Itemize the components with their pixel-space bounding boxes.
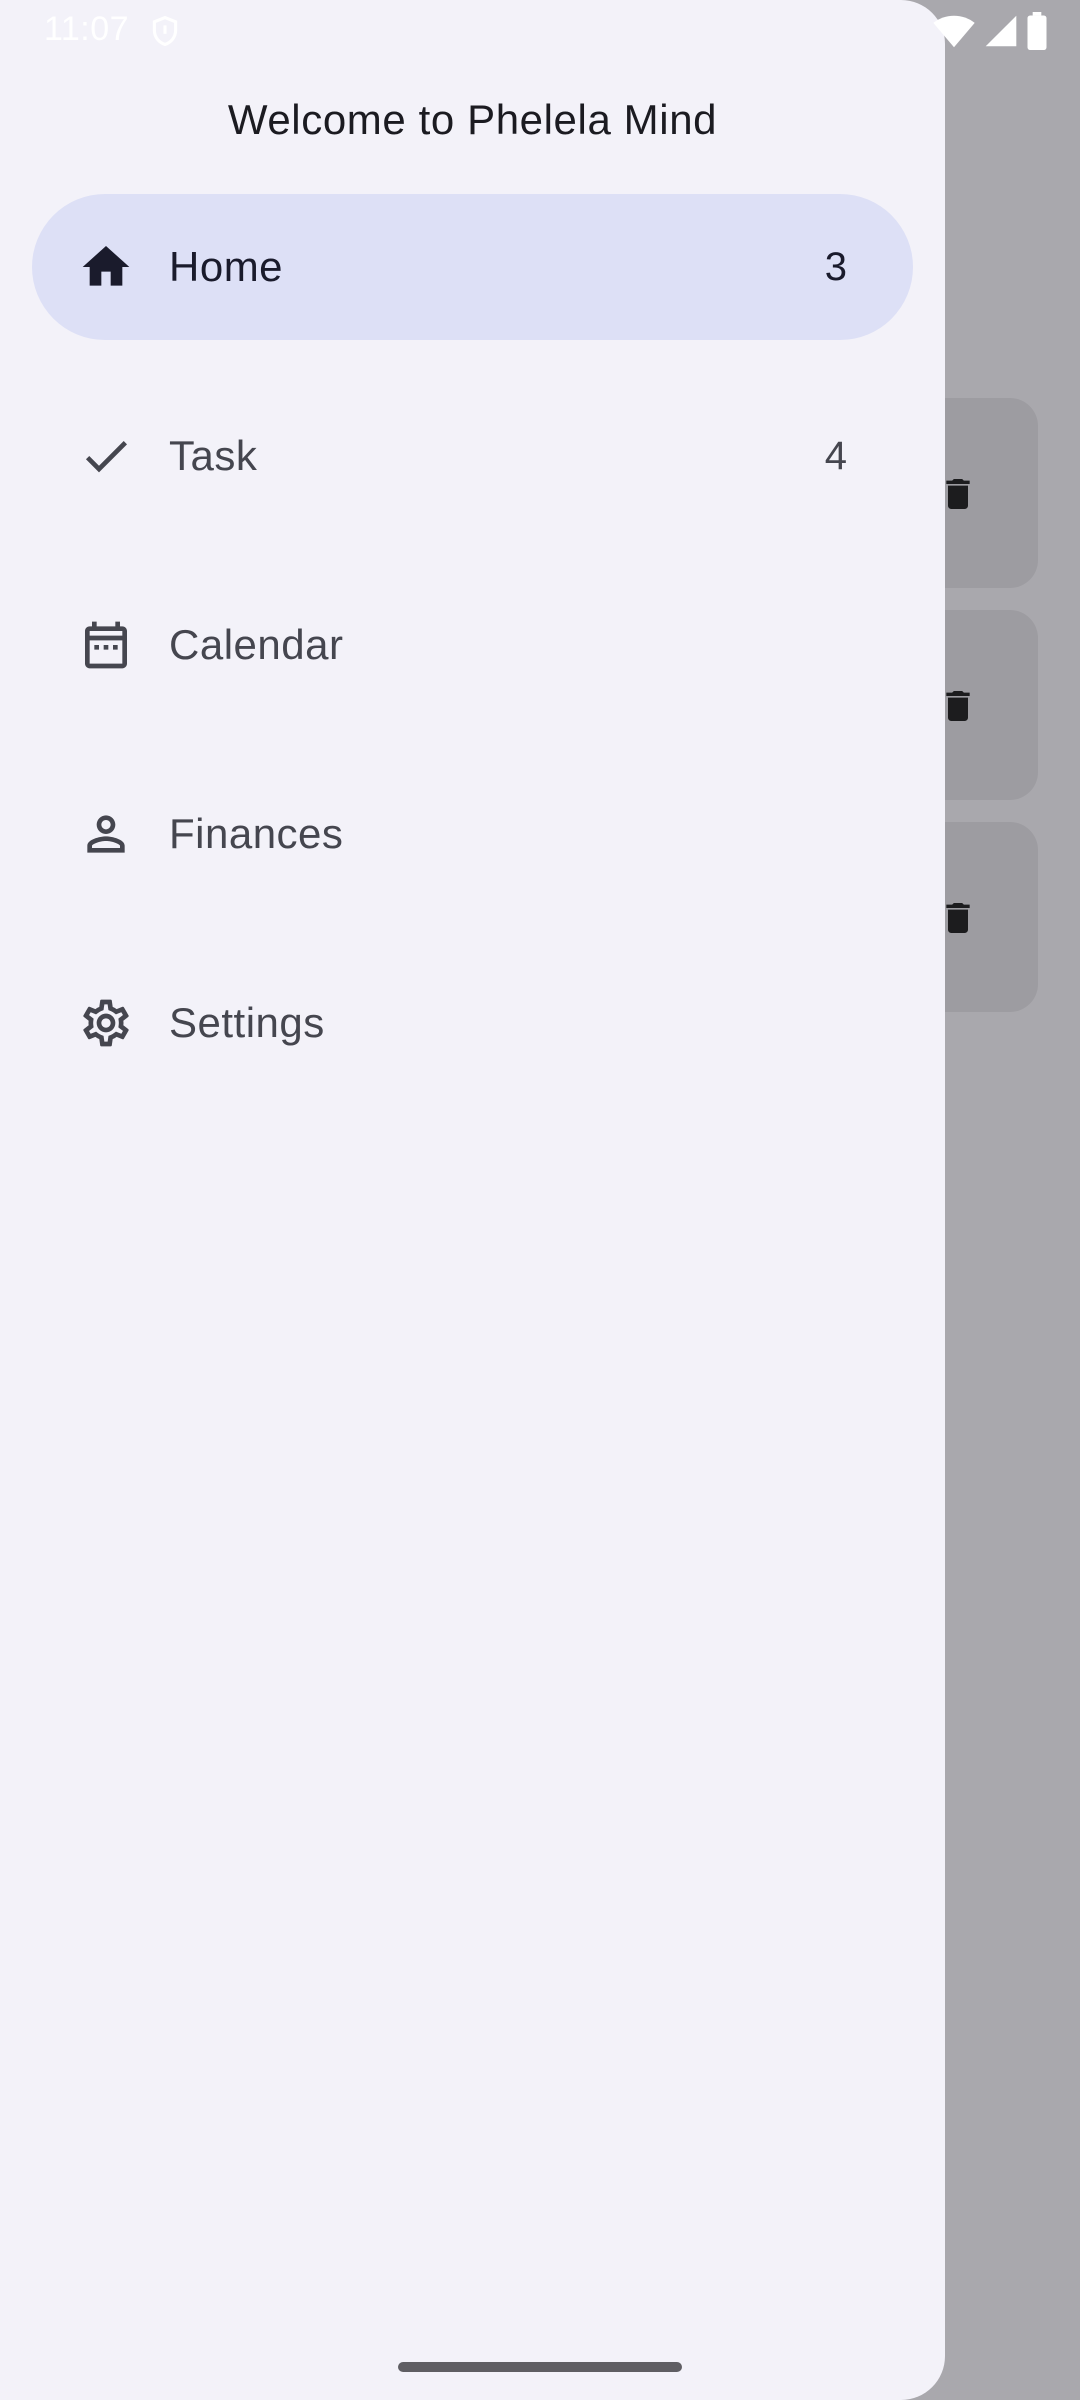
home-icon <box>78 239 134 295</box>
nav-item-label: Finances <box>169 810 344 857</box>
calendar-icon <box>78 617 134 673</box>
shield-icon <box>152 15 178 47</box>
person-icon <box>78 806 134 862</box>
status-time: 11:07 <box>44 10 130 48</box>
status-bar: 11:07 <box>0 0 1080 60</box>
nav-item-settings[interactable]: Settings <box>32 950 913 1096</box>
nav-item-badge: 3 <box>824 244 847 289</box>
nav-item-label: Task <box>169 432 258 479</box>
nav-item-label: Home <box>169 243 284 290</box>
wifi-icon <box>933 15 975 48</box>
nav-item-task[interactable]: Task 4 <box>32 383 913 529</box>
drawer-title: Welcome to Phelela Mind <box>227 96 718 143</box>
nav-item-badge: 4 <box>824 433 847 478</box>
nav-item-label: Calendar <box>169 621 344 668</box>
navigation-drawer: Welcome to Phelela Mind Home 3 Task 4 Ca… <box>0 0 945 2400</box>
status-icons <box>932 12 1048 50</box>
home-indicator[interactable] <box>398 2362 682 2372</box>
nav-item-calendar[interactable]: Calendar <box>32 572 913 718</box>
gear-icon <box>78 995 134 1051</box>
nav-item-home[interactable]: Home 3 <box>32 194 913 340</box>
nav-item-label: Settings <box>169 999 325 1046</box>
cell-signal-icon <box>985 15 1017 47</box>
nav-item-finances[interactable]: Finances <box>32 761 913 907</box>
check-icon <box>78 428 134 484</box>
battery-icon <box>1027 12 1047 50</box>
